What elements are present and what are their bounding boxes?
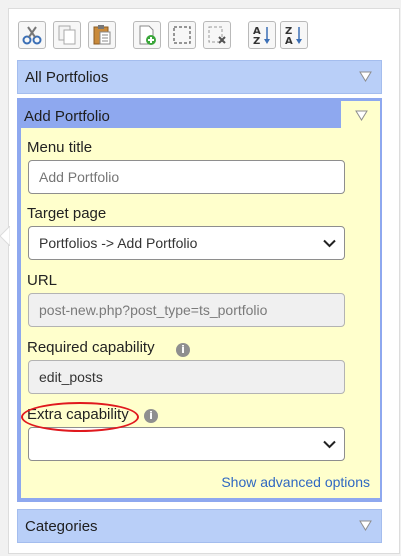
clipboard-icon	[93, 25, 111, 45]
extra-capability-select[interactable]	[28, 427, 345, 461]
paste-button[interactable]	[88, 21, 116, 49]
scissors-icon	[22, 26, 42, 45]
required-capability-info-icon[interactable]: i	[176, 343, 190, 357]
menu-title-placeholder: Add Portfolio	[39, 169, 120, 185]
required-capability-value: edit_posts	[39, 369, 103, 385]
expand-triangle-icon[interactable]	[359, 71, 372, 82]
sort-ascending-button[interactable]: A Z	[248, 21, 276, 49]
chevron-down-icon	[323, 440, 336, 449]
add-page-icon	[139, 25, 156, 45]
sort-descending-button[interactable]: Z A	[280, 21, 308, 49]
section-title[interactable]: Add Portfolio	[24, 108, 110, 125]
copy-icon	[58, 25, 76, 45]
collapse-triangle-icon	[355, 110, 368, 121]
url-field[interactable]: post-new.php?post_type=ts_portfolio	[28, 293, 345, 327]
required-capability-label: Required capability	[27, 339, 155, 356]
section-add-portfolio: Add Portfolio Menu title Add Portfolio T…	[17, 98, 382, 502]
extra-capability-info-icon[interactable]: i	[144, 409, 158, 423]
show-advanced-options-link[interactable]: Show advanced options	[221, 474, 370, 490]
delete-page-icon	[208, 26, 226, 44]
new-menu-button[interactable]	[133, 21, 161, 49]
cut-button[interactable]	[18, 21, 46, 49]
required-capability-field[interactable]: edit_posts	[28, 360, 345, 394]
section-title: All Portfolios	[25, 69, 109, 86]
url-label: URL	[27, 272, 58, 289]
item-editor: Menu title Add Portfolio Target page Por…	[21, 128, 380, 498]
pointer-arrow-icon	[0, 226, 10, 246]
url-value: post-new.php?post_type=ts_portfolio	[39, 302, 268, 318]
separator-icon	[173, 26, 191, 44]
svg-text:Z: Z	[253, 36, 260, 46]
menu-title-input[interactable]: Add Portfolio	[28, 160, 345, 194]
collapse-tab[interactable]	[341, 101, 380, 128]
svg-text:A: A	[285, 36, 293, 46]
section-title: Categories	[25, 518, 98, 535]
target-page-label: Target page	[27, 205, 107, 222]
sort-az-icon: A Z	[253, 26, 270, 46]
copy-button[interactable]	[53, 21, 81, 49]
section-categories[interactable]: Categories	[17, 509, 382, 543]
sort-za-icon: Z A	[285, 26, 302, 46]
extra-capability-label: Extra capability	[27, 406, 129, 423]
expand-triangle-icon[interactable]	[359, 520, 372, 531]
chevron-down-icon	[323, 239, 336, 248]
menu-title-label: Menu title	[27, 139, 93, 156]
target-page-value: Portfolios -> Add Portfolio	[39, 235, 198, 251]
target-page-select[interactable]: Portfolios -> Add Portfolio	[28, 226, 345, 260]
delete-button[interactable]	[203, 21, 231, 49]
new-separator-button[interactable]	[168, 21, 196, 49]
section-all-portfolios[interactable]: All Portfolios	[17, 60, 382, 94]
